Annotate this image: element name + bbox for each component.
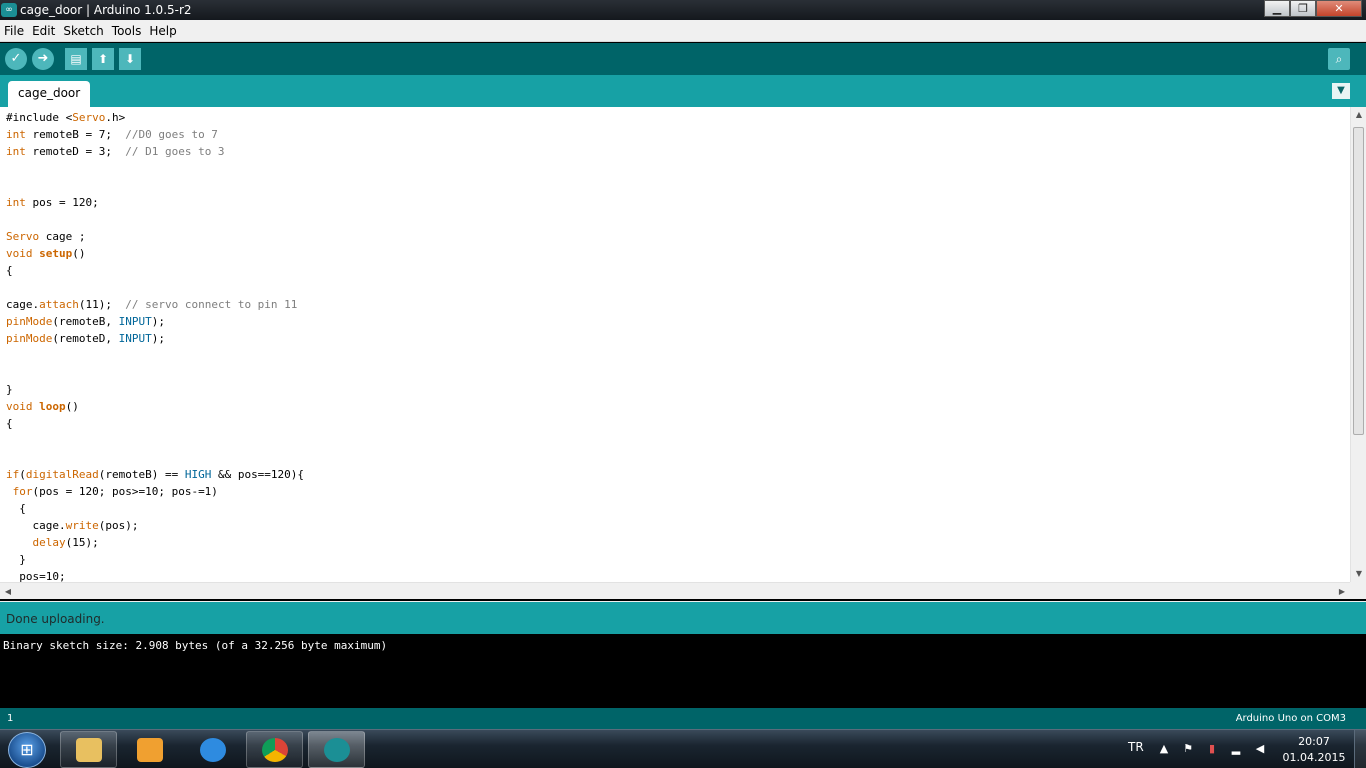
media-player-icon: [137, 738, 163, 762]
code-line: delay(15);: [32, 536, 99, 549]
scroll-corner: [1350, 582, 1366, 599]
down-arrow-icon: ⬇: [124, 52, 136, 66]
vertical-scrollbar[interactable]: ▲ ▼: [1350, 107, 1366, 582]
maximize-button[interactable]: ❐: [1290, 0, 1316, 17]
code-line: {: [6, 502, 26, 515]
scroll-left-icon[interactable]: ◀: [0, 583, 16, 600]
code-line: }: [6, 383, 13, 396]
console-output[interactable]: Binary sketch size: 2.908 bytes (of a 32…: [0, 634, 1366, 708]
scroll-thumb[interactable]: [1353, 127, 1364, 435]
taskbar-chrome[interactable]: [246, 731, 303, 768]
code-line: {: [6, 264, 13, 277]
code-line: cage.attach(11); // servo connect to pin…: [6, 298, 298, 311]
code-line: int remoteD = 3; // D1 goes to 3: [6, 145, 225, 158]
internet-explorer-icon: [200, 738, 226, 762]
horizontal-scrollbar[interactable]: ◀ ▶: [0, 582, 1350, 599]
close-button[interactable]: ✕: [1316, 0, 1362, 17]
title-bar: ∞ cage_door | Arduino 1.0.5-r2 ▁ ❐ ✕: [0, 0, 1366, 20]
tab-bar: cage_door ▼: [0, 75, 1366, 107]
checkmark-icon: ✓: [10, 51, 22, 66]
menu-sketch[interactable]: Sketch: [59, 20, 107, 42]
window-title: cage_door | Arduino 1.0.5-r2: [20, 3, 192, 17]
menu-file[interactable]: File: [0, 20, 28, 42]
window-controls: ▁ ❐ ✕: [1264, 0, 1362, 18]
upload-button[interactable]: ➜: [32, 48, 54, 70]
code-line: cage.write(pos);: [6, 519, 139, 532]
windows-logo-icon: ⊞: [20, 740, 34, 759]
triangle-down-icon: ▼: [1337, 85, 1345, 96]
menu-edit[interactable]: Edit: [28, 20, 59, 42]
clock[interactable]: 20:07 01.04.2015: [1282, 734, 1346, 766]
taskbar-arduino[interactable]: [308, 731, 365, 768]
scroll-right-icon[interactable]: ▶: [1334, 583, 1350, 600]
up-arrow-icon: ⬆: [97, 52, 109, 66]
code-line: Servo cage ;: [6, 230, 86, 243]
taskbar: ⊞ TR ▲ ⚑ ▮ ▂ ◀ 20:07 01.04.2015: [0, 729, 1366, 768]
scroll-down-icon[interactable]: ▼: [1351, 566, 1366, 582]
code-line: }: [6, 553, 26, 566]
taskbar-explorer[interactable]: [60, 731, 117, 768]
taskbar-internet-explorer[interactable]: [184, 731, 241, 768]
scroll-up-icon[interactable]: ▲: [1351, 107, 1366, 123]
code-line: int remoteB = 7; //D0 goes to 7: [6, 128, 218, 141]
clock-date: 01.04.2015: [1282, 751, 1346, 764]
menu-help[interactable]: Help: [145, 20, 180, 42]
code-line: pinMode(remoteD, INPUT);: [6, 332, 165, 345]
action-center-icon[interactable]: ⚑: [1181, 742, 1195, 756]
code-line: void setup(): [6, 247, 86, 260]
board-info: Arduino Uno on COM3: [1235, 713, 1346, 724]
clock-time: 20:07: [1298, 735, 1330, 748]
code-line: pinMode(remoteB, INPUT);: [6, 315, 165, 328]
toolbar: ✓ ➜ ▤ ⬆ ⬇ ⌕: [0, 43, 1366, 75]
page-icon: ▤: [70, 52, 82, 66]
footer-bar: 1 Arduino Uno on COM3: [0, 708, 1366, 729]
line-number: 1: [7, 713, 14, 724]
tab-cage-door[interactable]: cage_door: [8, 81, 91, 107]
arduino-icon: [324, 738, 350, 762]
show-desktop-button[interactable]: [1354, 730, 1366, 768]
network-icon[interactable]: ▂: [1229, 742, 1243, 756]
tab-menu-button[interactable]: ▼: [1332, 83, 1350, 99]
console-line: Binary sketch size: 2.908 bytes (of a 32…: [3, 639, 388, 652]
code-area[interactable]: #include <Servo.h> int remoteB = 7; //D0 …: [6, 109, 1346, 585]
status-bar: Done uploading.: [0, 601, 1366, 634]
right-arrow-icon: ➜: [37, 51, 49, 66]
status-message: Done uploading.: [6, 612, 105, 626]
new-button[interactable]: ▤: [65, 48, 87, 70]
menu-bar: File Edit Sketch Tools Help: [0, 20, 1366, 42]
serial-monitor-button[interactable]: ⌕: [1328, 48, 1350, 70]
arduino-icon: ∞: [1, 3, 17, 17]
battery-icon[interactable]: ▮: [1205, 742, 1219, 756]
tray-expand-icon[interactable]: ▲: [1157, 742, 1171, 756]
folder-icon: [76, 738, 102, 762]
open-button[interactable]: ⬆: [92, 48, 114, 70]
taskbar-media-player[interactable]: [121, 731, 178, 768]
start-button[interactable]: ⊞: [8, 732, 46, 768]
code-line: {: [6, 417, 13, 430]
code-editor[interactable]: #include <Servo.h> int remoteB = 7; //D0 …: [0, 107, 1366, 585]
language-indicator[interactable]: TR: [1128, 740, 1144, 754]
code-line: for(pos = 120; pos>=10; pos-=1): [12, 485, 218, 498]
save-button[interactable]: ⬇: [119, 48, 141, 70]
menu-tools[interactable]: Tools: [108, 20, 146, 42]
code-line: if(digitalRead(remoteB) == HIGH && pos==…: [6, 468, 305, 481]
magnifier-icon: ⌕: [1335, 52, 1343, 66]
code-line: int pos = 120;: [6, 196, 99, 209]
code-line: #include <Servo.h>: [6, 111, 126, 124]
code-line: void loop(): [6, 400, 79, 413]
volume-icon[interactable]: ◀: [1253, 742, 1267, 756]
verify-button[interactable]: ✓: [5, 48, 27, 70]
chrome-icon: [262, 738, 288, 762]
minimize-button[interactable]: ▁: [1264, 0, 1290, 17]
